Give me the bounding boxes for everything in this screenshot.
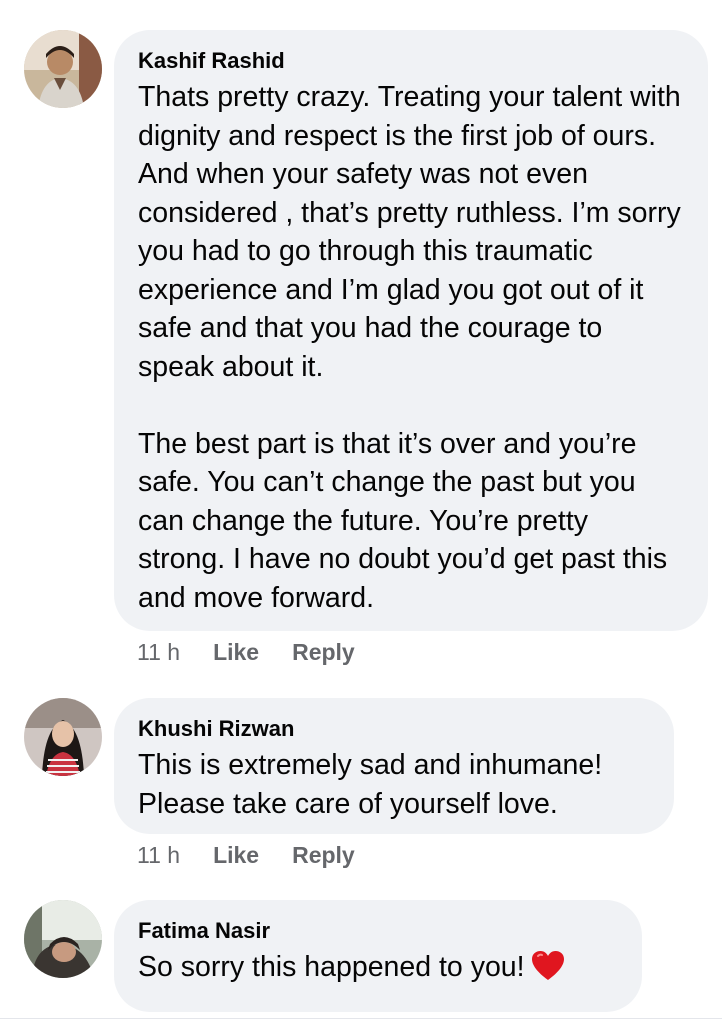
comment-timestamp[interactable]: 11 h <box>137 840 180 870</box>
comment-timestamp[interactable]: 11 h <box>137 637 180 667</box>
comment-text: Thats pretty crazy. Treating your talent… <box>138 81 681 614</box>
comment-bubble: Fatima Nasir So sorry this happened to y… <box>114 900 642 1012</box>
divider <box>0 1018 722 1019</box>
comment-author[interactable]: Khushi Rizwan <box>138 716 648 742</box>
reply-button[interactable]: Reply <box>292 840 355 870</box>
comment-text-row: So sorry this happened to you! <box>138 948 616 993</box>
reply-button[interactable]: Reply <box>292 637 355 667</box>
comment-text: This is extremely sad and inhumane! Plea… <box>138 749 603 820</box>
avatar[interactable] <box>24 698 102 776</box>
like-button[interactable]: Like <box>213 637 259 667</box>
comment-author[interactable]: Fatima Nasir <box>138 918 616 944</box>
comment-thread: Kashif Rashid Thats pretty crazy. Treati… <box>0 0 722 1024</box>
comment-bubble: Khushi Rizwan This is extremely sad and … <box>114 698 674 834</box>
like-button[interactable]: Like <box>213 840 259 870</box>
comment-author[interactable]: Kashif Rashid <box>138 48 682 74</box>
comment-actions: 11 h Like Reply <box>137 637 388 667</box>
avatar[interactable] <box>24 30 102 108</box>
heart-icon <box>531 950 565 993</box>
comment-bubble: Kashif Rashid Thats pretty crazy. Treati… <box>114 30 708 631</box>
avatar[interactable] <box>24 900 102 978</box>
comment-text: So sorry this happened to you! <box>138 951 525 983</box>
comment-actions: 11 h Like Reply <box>137 840 388 870</box>
